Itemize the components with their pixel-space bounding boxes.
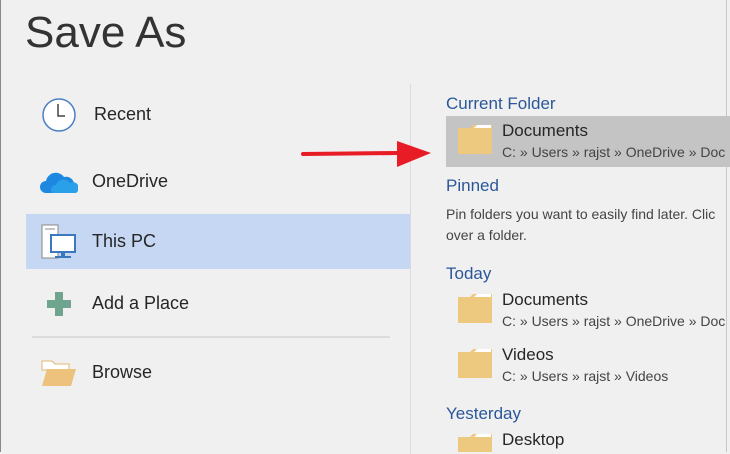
folder-name: Documents bbox=[502, 290, 588, 309]
nav-item-recent[interactable]: Recent bbox=[26, 87, 410, 142]
divider bbox=[32, 336, 390, 338]
plus-icon bbox=[26, 291, 92, 317]
folder-icon bbox=[446, 285, 502, 328]
nav-label: This PC bbox=[92, 231, 157, 251]
folder-item-current-documents[interactable]: Documents C: » Users » rajst » OneDrive »… bbox=[446, 116, 730, 167]
nav-label: Browse bbox=[92, 362, 153, 382]
clock-icon bbox=[26, 97, 92, 133]
folder-panel: Current Folder Documents C: » Users » raj… bbox=[446, 0, 730, 452]
folder-path: C: » Users » rajst » Videos bbox=[502, 368, 669, 384]
computer-icon bbox=[26, 224, 92, 260]
folder-open-icon bbox=[26, 359, 92, 387]
nav-item-browse[interactable]: Browse bbox=[26, 345, 410, 400]
folder-path: C: » Users » rajst » OneDrive » Doc bbox=[502, 144, 726, 160]
folder-item-videos[interactable]: Videos C: » Users » rajst » Videos bbox=[446, 340, 730, 391]
folder-name: Documents bbox=[502, 121, 588, 140]
section-pinned: Pinned bbox=[446, 176, 499, 195]
section-yesterday: Yesterday bbox=[446, 404, 521, 423]
nav-label: Add a Place bbox=[92, 293, 190, 313]
nav-label: OneDrive bbox=[92, 171, 169, 191]
nav-item-this-pc[interactable]: This PC bbox=[26, 214, 410, 269]
nav-label: Recent bbox=[94, 104, 152, 124]
nav-item-add-place[interactable]: Add a Place bbox=[26, 276, 410, 331]
folder-icon bbox=[446, 340, 502, 383]
cloud-icon bbox=[26, 169, 92, 195]
section-current-folder: Current Folder bbox=[446, 94, 556, 113]
folder-item-desktop[interactable]: Desktop bbox=[446, 425, 730, 452]
folder-item-documents[interactable]: Documents C: » Users » rajst » OneDrive »… bbox=[446, 285, 730, 336]
folder-name: Videos bbox=[502, 345, 554, 364]
page-title: Save As bbox=[25, 8, 187, 57]
red-arrow-annotation bbox=[301, 141, 431, 167]
pinned-hint: Pin folders you want to easily find late… bbox=[446, 206, 716, 243]
folder-icon bbox=[446, 425, 502, 452]
section-today: Today bbox=[446, 264, 492, 283]
folder-icon bbox=[446, 116, 502, 159]
folder-name: Desktop bbox=[502, 430, 565, 449]
folder-path: C: » Users » rajst » OneDrive » Doc bbox=[502, 313, 726, 329]
